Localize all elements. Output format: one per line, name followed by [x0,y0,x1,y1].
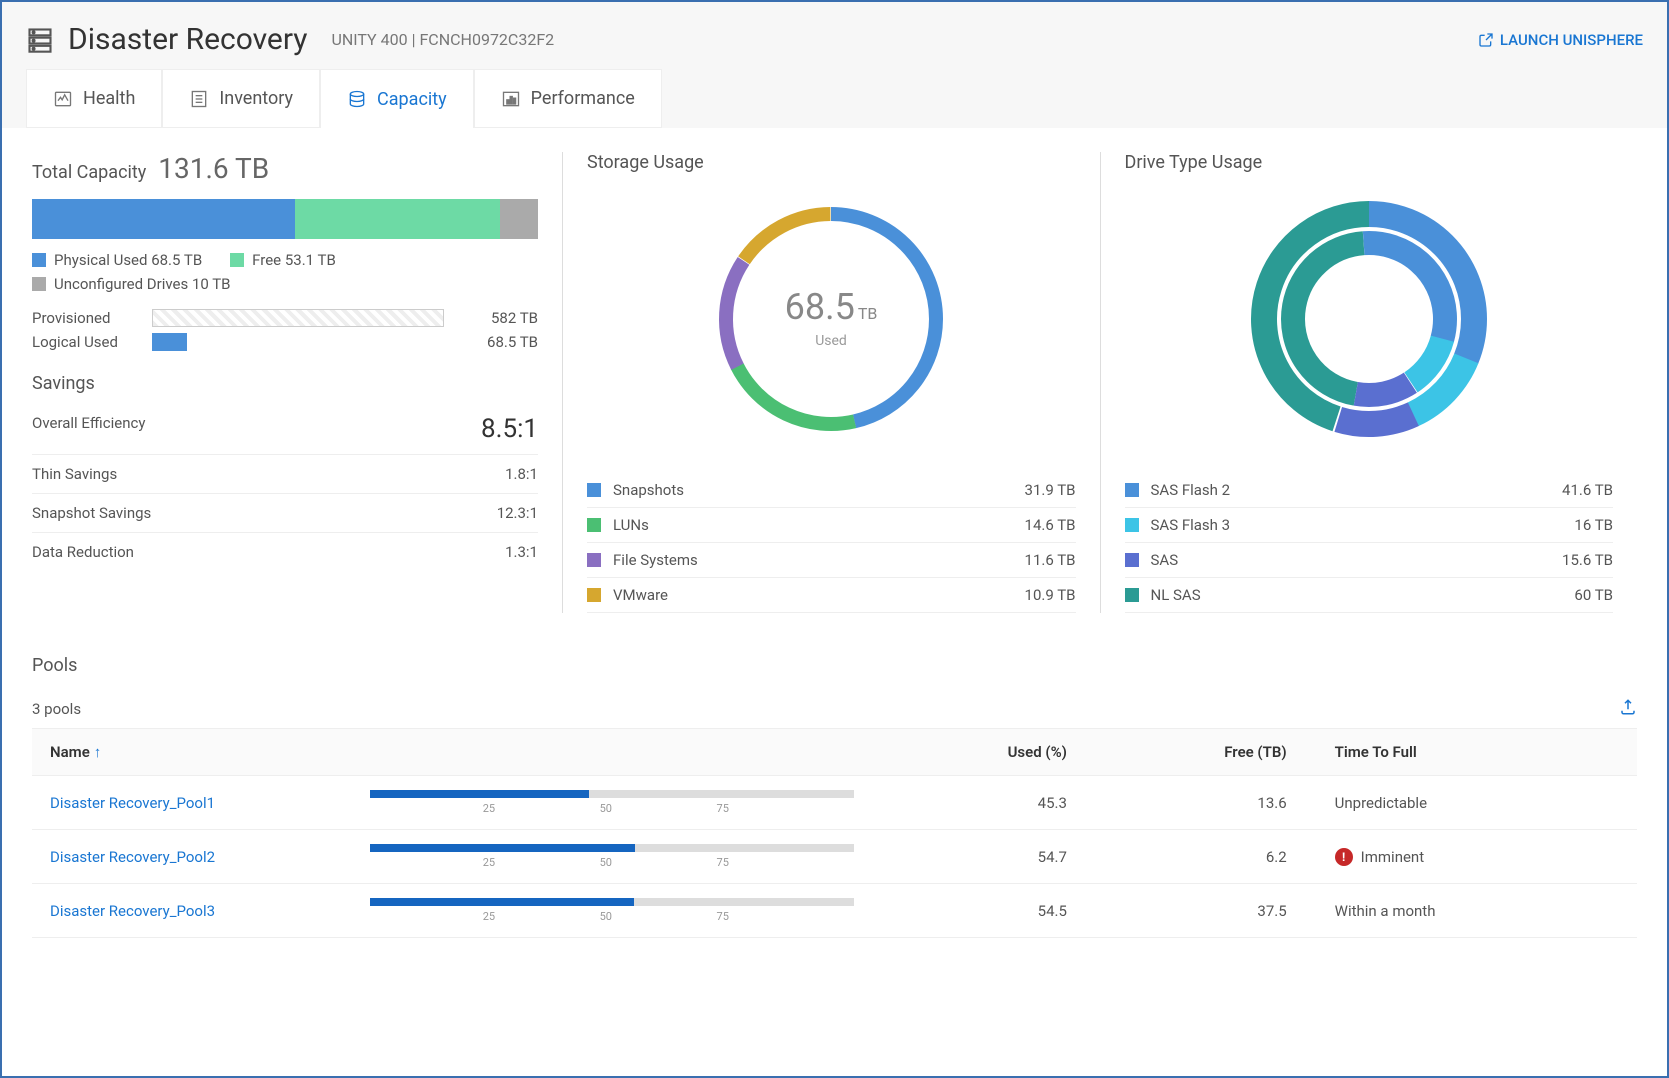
pool-link[interactable]: Disaster Recovery_Pool1 [50,794,215,812]
pool-link[interactable]: Disaster Recovery_Pool3 [50,902,215,920]
pool-usage-bar [370,898,854,906]
tabs: Health Inventory Capacity Performance [2,69,1667,128]
tab-performance[interactable]: Performance [474,69,662,128]
drive-donut [1229,189,1509,449]
storage-item: File Systems11.6 TB [587,543,1076,578]
health-icon [53,89,73,109]
pools-section: Pools 3 pools Name↑ Used (%) Free (TB) T… [2,637,1667,938]
swatch-icon [1125,483,1139,497]
drive-item: SAS Flash 241.6 TB [1125,473,1614,508]
table-row: Disaster Recovery_Pool2 0255075100 54.7 … [32,830,1637,884]
pool-link[interactable]: Disaster Recovery_Pool2 [50,848,215,866]
storage-icon [26,26,54,54]
drive-item: SAS15.6 TB [1125,543,1614,578]
sort-asc-icon: ↑ [94,743,102,761]
capacity-legend: Physical Used 68.5 TB Free 53.1 TB Uncon… [32,251,538,293]
drive-item: SAS Flash 316 TB [1125,508,1614,543]
swatch-icon [587,518,601,532]
total-capacity-value: 131.6 TB [158,152,269,185]
alert-icon: ! [1335,848,1353,866]
drive-type-panel: Drive Type Usage [1101,152,1638,613]
tab-capacity[interactable]: Capacity [320,69,474,128]
swatch-icon [1125,588,1139,602]
total-capacity-label: Total Capacity [32,162,146,183]
page-header: Disaster Recovery UNITY 400 | FCNCH0972C… [2,2,1667,69]
page-subtitle: UNITY 400 | FCNCH0972C32F2 [331,30,554,49]
svg-text:68.5TB: 68.5TB [785,286,878,328]
swatch-icon [1125,518,1139,532]
tab-health[interactable]: Health [26,69,162,128]
capacity-bar [32,199,538,239]
export-icon [1619,698,1637,716]
drive-item: NL SAS60 TB [1125,578,1614,613]
col-time[interactable]: Time To Full [1305,729,1637,776]
swatch-icon [587,553,601,567]
external-link-icon [1478,32,1494,48]
launch-unisphere-link[interactable]: LAUNCH UNISPHERE [1478,31,1643,49]
col-used[interactable]: Used (%) [872,729,1085,776]
col-name[interactable]: Name↑ [32,729,352,776]
inventory-icon [189,89,209,109]
storage-item: Snapshots31.9 TB [587,473,1076,508]
pools-table: Name↑ Used (%) Free (TB) Time To Full Di… [32,728,1637,938]
storage-item: LUNs14.6 TB [587,508,1076,543]
pool-usage-bar [370,790,854,798]
swatch-icon [587,588,601,602]
performance-icon [501,89,521,109]
total-capacity-panel: Total Capacity 131.6 TB Physical Used 68… [32,152,562,613]
table-row: Disaster Recovery_Pool1 0255075100 45.3 … [32,776,1637,830]
tab-inventory[interactable]: Inventory [162,69,320,128]
storage-donut: 68.5TB Used [691,189,971,449]
logical-used-bar [152,333,187,351]
provisioned-bar [152,309,444,327]
pool-usage-bar [370,844,854,852]
page-title: Disaster Recovery [68,22,307,57]
capacity-icon [347,89,367,109]
svg-text:Used: Used [815,333,847,349]
savings-title: Savings [32,373,538,394]
col-free[interactable]: Free (TB) [1085,729,1305,776]
storage-usage-panel: Storage Usage 68.5TB Used Snapshots31.9 … [562,152,1101,613]
swatch-icon [1125,553,1139,567]
table-row: Disaster Recovery_Pool3 0255075100 54.5 … [32,884,1637,938]
export-button[interactable] [1619,698,1637,720]
storage-item: VMware10.9 TB [587,578,1076,613]
swatch-icon [587,483,601,497]
pools-count: 3 pools [32,700,81,718]
